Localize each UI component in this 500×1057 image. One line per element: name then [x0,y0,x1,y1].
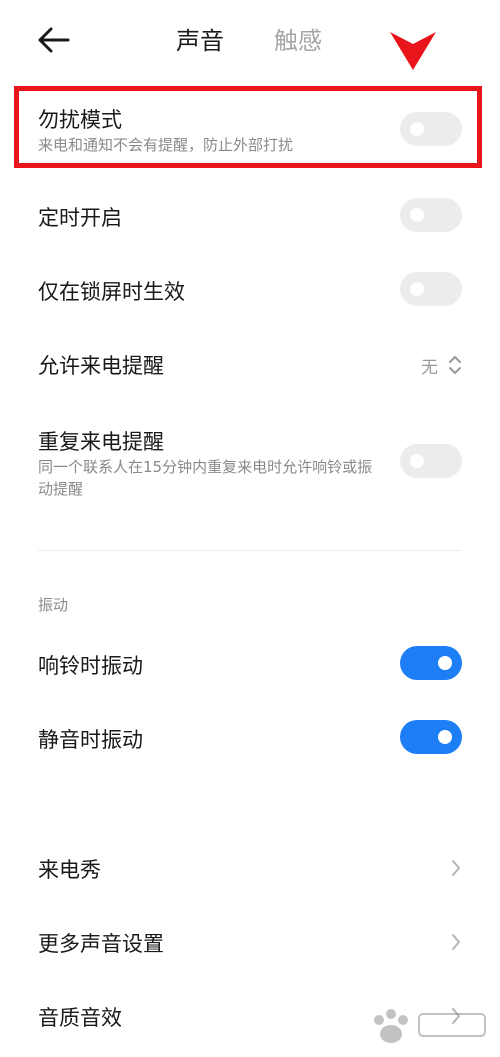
audio-effects-label: 音质音效 [38,1006,122,1030]
more-sound-settings-row[interactable]: 更多声音设置 [0,922,500,962]
repeat-calls-row[interactable]: 重复来电提醒 同一个联系人在15分钟内重复来电时允许响铃或振动提醒 [0,422,500,512]
dnd-toggle[interactable] [400,112,462,146]
ring-vibrate-label: 响铃时振动 [38,654,143,678]
ring-vibrate-toggle[interactable] [400,646,462,680]
chevron-right-icon [452,860,460,876]
more-sound-settings-label: 更多声音设置 [38,932,164,956]
ring-vibrate-row[interactable]: 响铃时振动 [0,644,500,684]
allow-calls-label: 允许来电提醒 [38,354,164,378]
scheduled-label: 定时开启 [38,206,122,230]
repeat-calls-label: 重复来电提醒 [38,430,164,454]
updown-chevron-icon [449,356,461,374]
chevron-right-icon [452,934,460,950]
silent-vibrate-toggle[interactable] [400,720,462,754]
silent-vibrate-label: 静音时振动 [38,728,143,752]
lockscreen-only-label: 仅在锁屏时生效 [38,280,185,304]
allow-calls-value: 无 [421,358,438,378]
lockscreen-only-toggle[interactable] [400,272,462,306]
dnd-row[interactable]: 勿扰模式 来电和通知不会有提醒，防止外部打扰 [0,96,500,166]
ringtone-show-label: 来电秀 [38,858,101,882]
tab-sound[interactable]: 声音 [176,24,224,58]
ringtone-show-row[interactable]: 来电秀 [0,848,500,888]
allow-calls-row[interactable]: 允许来电提醒 无 [0,346,500,386]
lockscreen-only-row[interactable]: 仅在锁屏时生效 [0,272,500,312]
scheduled-toggle[interactable] [400,198,462,232]
vibration-section-title: 振动 [38,596,69,614]
watermark-logo-icon [374,1009,486,1043]
top-bar: 声音 触感 [0,0,500,82]
section-divider [38,550,462,551]
repeat-calls-toggle[interactable] [400,444,462,478]
tab-haptic[interactable]: 触感 [274,24,322,58]
annotation-arrow-icon [390,32,436,70]
silent-vibrate-row[interactable]: 静音时振动 [0,718,500,758]
repeat-calls-subtitle: 同一个联系人在15分钟内重复来电时允许响铃或振动提醒 [38,458,373,498]
dnd-title: 勿扰模式 [38,108,122,132]
dnd-subtitle: 来电和通知不会有提醒，防止外部打扰 [38,136,294,154]
back-arrow-icon[interactable] [36,24,72,56]
scheduled-row[interactable]: 定时开启 [0,196,500,236]
